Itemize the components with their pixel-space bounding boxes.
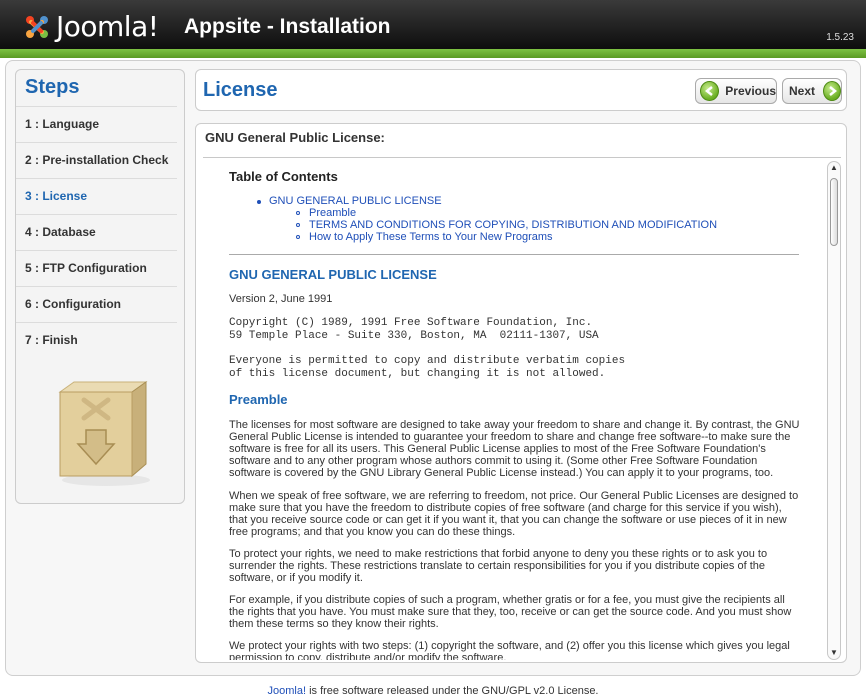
scroll-up-icon[interactable]: ▲ bbox=[828, 162, 840, 174]
footer-text: is free software released under the GNU/… bbox=[306, 685, 599, 697]
footer-joomla-link[interactable]: Joomla! bbox=[268, 685, 307, 697]
step-ftp-configuration: 5 : FTP Configuration bbox=[16, 250, 177, 286]
toc-link-how-to-apply[interactable]: How to Apply These Terms to Your New Pro… bbox=[309, 231, 553, 243]
page-title: Appsite - Installation bbox=[184, 15, 391, 38]
step-pre-installation-check: 2 : Pre-installation Check bbox=[16, 142, 177, 178]
step-database: 4 : Database bbox=[16, 214, 177, 250]
step-license: 3 : License bbox=[16, 178, 177, 214]
install-box-icon bbox=[56, 378, 156, 488]
previous-arrow-icon bbox=[700, 81, 720, 101]
license-header-bar: License Previous Next bbox=[195, 69, 847, 111]
divider bbox=[229, 254, 799, 255]
table-of-contents: GNU GENERAL PUBLIC LICENSE Preamble TERM… bbox=[257, 195, 717, 243]
next-button-label: Next bbox=[789, 84, 816, 98]
preamble-paragraph-4: For example, if you distribute copies of… bbox=[229, 594, 792, 630]
steps-title: Steps bbox=[25, 76, 80, 98]
toc-title: Table of Contents bbox=[229, 169, 338, 184]
footer: Joomla! is free software released under … bbox=[0, 685, 866, 697]
bullet-icon bbox=[296, 235, 300, 239]
scroll-down-icon[interactable]: ▼ bbox=[828, 647, 840, 659]
step-language: 1 : Language bbox=[16, 106, 177, 142]
step-finish: 7 : Finish bbox=[16, 322, 177, 358]
header-accent-bar bbox=[0, 49, 866, 58]
bullet-icon bbox=[257, 200, 261, 204]
toc-link-gnu-gpl[interactable]: GNU GENERAL PUBLIC LICENSE bbox=[269, 195, 442, 207]
license-text-scroll-area[interactable]: Table of Contents GNU GENERAL PUBLIC LIC… bbox=[203, 157, 841, 660]
steps-list: 1 : Language 2 : Pre-installation Check … bbox=[16, 106, 184, 358]
toc-link-terms[interactable]: TERMS AND CONDITIONS FOR COPYING, DISTRI… bbox=[309, 219, 717, 231]
preamble-paragraph-3: To protect your rights, we need to make … bbox=[229, 548, 768, 584]
preamble-paragraph-1: The licenses for most software are desig… bbox=[229, 419, 800, 479]
step-configuration: 6 : Configuration bbox=[16, 286, 177, 322]
steps-sidebar: Steps 1 : Language 2 : Pre-installation … bbox=[15, 69, 185, 504]
scroll-thumb[interactable] bbox=[830, 178, 838, 246]
next-button[interactable]: Next bbox=[782, 78, 842, 104]
toc-link-preamble[interactable]: Preamble bbox=[309, 207, 356, 219]
license-version: Version 2, June 1991 bbox=[229, 293, 333, 305]
copyright-notice: Copyright (C) 1989, 1991 Free Software F… bbox=[229, 317, 599, 342]
bullet-icon bbox=[296, 211, 300, 215]
license-content-panel: GNU General Public License: Table of Con… bbox=[195, 123, 847, 663]
license-title: License bbox=[203, 79, 278, 101]
previous-button-label: Previous bbox=[725, 84, 776, 98]
previous-button[interactable]: Previous bbox=[695, 78, 777, 104]
preamble-paragraph-5: We protect your rights with two steps: (… bbox=[229, 640, 790, 660]
joomla-logo-icon bbox=[22, 12, 52, 42]
license-section-title: GNU GENERAL PUBLIC LICENSE bbox=[229, 267, 437, 282]
verbatim-notice: Everyone is permitted to copy and distri… bbox=[229, 355, 626, 380]
license-panel-heading: GNU General Public License: bbox=[205, 130, 385, 145]
preamble-title: Preamble bbox=[229, 392, 288, 407]
scrollbar[interactable]: ▲ ▼ bbox=[827, 161, 841, 660]
next-arrow-icon bbox=[823, 81, 841, 101]
version-label: 1.5.23 bbox=[826, 32, 854, 43]
bullet-icon bbox=[296, 223, 300, 227]
joomla-logo: Joomla! bbox=[22, 10, 159, 43]
preamble-paragraph-2: When we speak of free software, we are r… bbox=[229, 490, 799, 538]
logo-text: Joomla! bbox=[56, 10, 159, 43]
